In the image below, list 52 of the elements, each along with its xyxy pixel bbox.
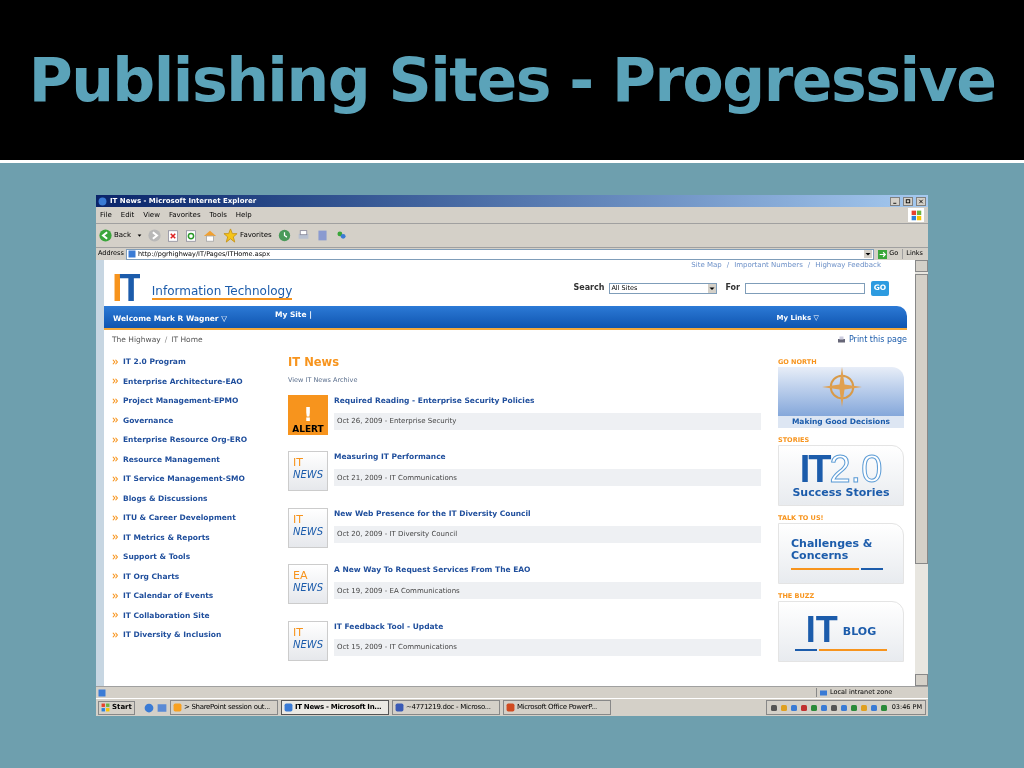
slide-title: Publishing Sites - Progressive [28,44,996,117]
page-icon [127,250,136,258]
double-chevron-icon [112,592,119,599]
double-chevron-icon [112,436,119,443]
double-chevron-icon [112,631,119,638]
app-icon [505,703,515,712]
news-badge: IT NEWS [288,451,328,492]
minimize-icon[interactable] [890,196,900,206]
page-icon [98,688,106,697]
search-label: Search [573,282,605,294]
double-chevron-icon [112,456,119,463]
alert-badge: ! ALERT [288,394,328,435]
news-badge: IT NEWS [288,620,328,661]
search-field[interactable] [745,282,865,294]
double-chevron-icon [112,553,119,560]
double-chevron-icon [112,514,119,521]
stop-icon[interactable] [167,229,179,242]
news-badge: EA NEWS [288,564,328,605]
news-heading: IT News [288,354,341,370]
history-icon[interactable] [277,229,291,242]
star-icon [223,228,238,243]
news-badge: IT NEWS [288,507,328,548]
site-title: Information Technology [151,284,293,300]
network-zone-icon [819,688,828,697]
app-icon [172,703,182,712]
restore-icon[interactable] [903,196,913,206]
double-chevron-icon [112,397,119,404]
it-logo: IT [112,273,140,303]
home-icon[interactable] [203,228,217,243]
dropdown-caret-icon[interactable] [137,233,142,238]
double-chevron-icon [112,612,119,619]
print-link[interactable]: Print this page [836,334,907,346]
dropdown-caret-icon [708,283,717,293]
app-icon [283,703,293,712]
refresh-icon[interactable] [185,229,197,242]
dropdown-caret-icon[interactable] [864,250,873,258]
success-stories-banner[interactable]: IT2.0 Success Stories [778,445,904,506]
double-chevron-icon [112,534,119,541]
for-label: For [725,282,740,294]
double-chevron-icon [112,417,119,424]
printer-icon[interactable] [296,229,310,242]
double-chevron-icon [112,378,119,385]
double-chevron-icon [112,495,119,502]
windows-flag-icon [101,703,110,712]
printer-icon [836,336,846,344]
windows-flag-icon [908,208,924,222]
double-chevron-icon [112,358,119,365]
app-icon [394,703,404,712]
challenges-banner[interactable]: Challenges & Concerns [778,523,904,584]
double-chevron-icon [112,573,119,580]
vertical-scrollbar[interactable] [915,260,928,686]
double-chevron-icon [112,475,119,482]
